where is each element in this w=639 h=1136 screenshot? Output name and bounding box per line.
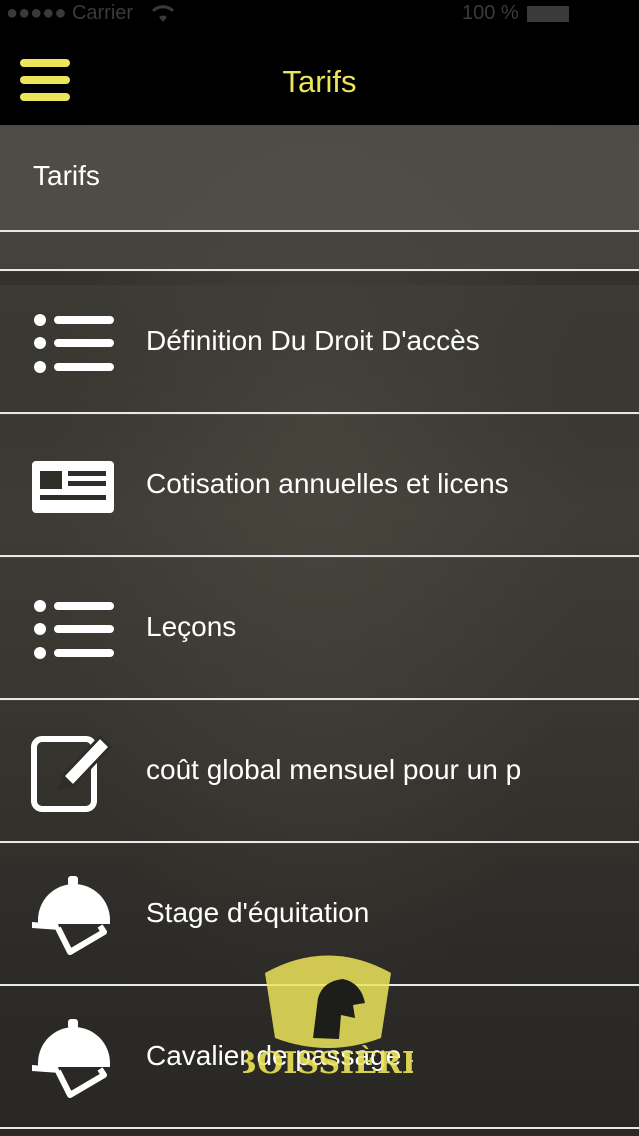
divider (0, 555, 639, 557)
edit-pencil-icon (31, 734, 113, 812)
list-item-cotisation[interactable]: Cotisation annuelles et licens (0, 415, 639, 555)
section-title: Tarifs (33, 160, 100, 191)
carrier-label: ●●●●● Carrier (6, 2, 134, 24)
list-item-label: Leçons (146, 611, 237, 642)
id-card-icon (32, 461, 114, 513)
svg-text:BOISSIÈRE: BOISSIÈRE (243, 1045, 413, 1081)
divider (0, 269, 639, 271)
list-item-definition-droit-acces[interactable]: Définition Du Droit D'accès (0, 272, 639, 412)
empty-row (0, 232, 639, 269)
wifi-icon (151, 5, 175, 22)
navigation-bar: Tarifs (0, 28, 639, 125)
divider (0, 698, 639, 700)
bulleted-list-icon (34, 600, 114, 659)
ecuries-boissiere-logo: BOISSIÈRE (243, 955, 413, 1081)
bulleted-list-icon (34, 314, 114, 373)
list-item-label: Définition Du Droit D'accès (146, 325, 480, 356)
battery-icon (527, 6, 569, 22)
riding-helmet-icon (32, 876, 110, 955)
list-item-lecons[interactable]: Leçons (0, 558, 639, 698)
riding-helmet-icon (32, 1019, 110, 1098)
battery-percentage: 100 % (462, 2, 519, 24)
list-item-label: Stage d'équitation (146, 897, 370, 928)
divider (0, 841, 639, 843)
status-bar: ●●●●● Carrier 100 % (0, 0, 639, 28)
divider (0, 412, 639, 414)
list-item-label: coût global mensuel pour un p (146, 754, 522, 785)
section-header: Tarifs (0, 125, 639, 230)
divider (0, 1127, 639, 1129)
list-item-label: Cotisation annuelles et licens (146, 468, 509, 499)
list-item-cout-global[interactable]: coût global mensuel pour un p (0, 701, 639, 841)
nav-title: Tarifs (282, 64, 357, 99)
